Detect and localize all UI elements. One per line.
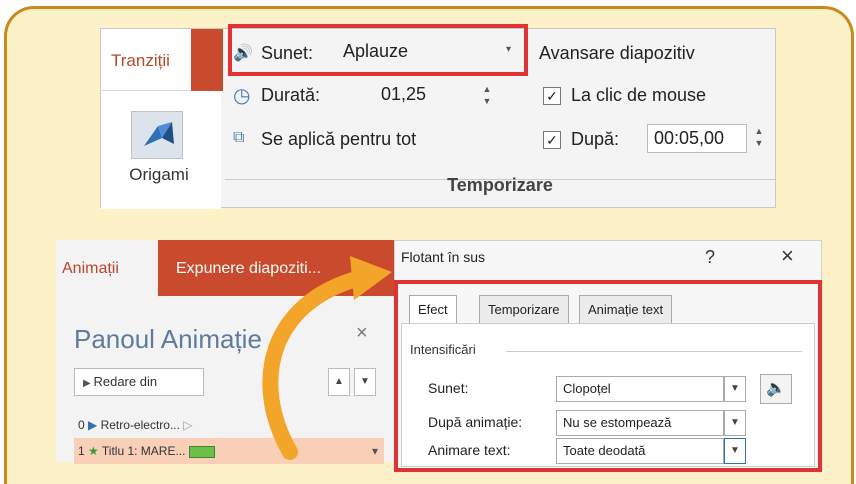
help-icon[interactable]: ? [705,247,715,268]
animation-pane-title: Panoul Animație [74,324,262,354]
curved-arrow-icon [262,256,392,460]
trigger-icon: ▷ [183,418,193,432]
origami-label: Origami [129,165,189,184]
timing-group-label: Temporizare [447,175,553,195]
timing-bar [188,445,215,458]
clock-icon: ◷ [233,85,251,107]
apply-all-button[interactable]: Se aplică pentru tot [261,129,416,150]
duration-label: Durată: [261,85,321,105]
duration-value: 01,25 [381,84,427,104]
on-click-checkbox[interactable]: ✓ [543,87,561,105]
origami-transition-button[interactable]: Origami [109,103,213,203]
close-icon[interactable]: × [781,243,794,269]
sound-highlight-box [228,24,528,76]
advance-title: Avansare diapozitiv [539,43,695,63]
play-from-button[interactable]: ▶ Redare din [74,368,204,396]
tab-transitions-label: Tranziții [111,51,170,70]
play-small-icon: ▶ [88,418,101,432]
star-icon: ★ [88,444,102,458]
duration-input[interactable]: 01,25 [375,81,469,108]
after-time-spinner[interactable]: ▲ ▼ [753,125,765,151]
dialog-title: Flotant în sus [401,249,486,265]
anim-label: Titlu 1: MARE... [101,444,186,458]
play-icon: ▶ [83,378,94,389]
origami-icon [131,111,183,159]
dialog-highlight-box [394,280,822,472]
ribbon-accent-bar [191,29,223,91]
anim-num: 1 [78,444,85,458]
tab-animations[interactable]: Animații [56,240,158,296]
duration-spinner[interactable]: ▲ ▼ [481,83,493,109]
after-time-value: 00:05,00 [654,128,725,148]
play-from-label: Redare din [93,374,158,389]
after-label: După: [571,129,620,149]
anim-num: 0 [78,418,85,432]
on-click-label: La clic de mouse [571,85,707,105]
anim-label: Retro-electro... [100,418,180,432]
apply-all-icon: ⧉ [233,129,245,146]
after-checkbox[interactable]: ✓ [543,131,561,149]
after-time-input[interactable]: 00:05,00 [647,124,747,153]
tab-animations-label: Animații [62,260,119,277]
